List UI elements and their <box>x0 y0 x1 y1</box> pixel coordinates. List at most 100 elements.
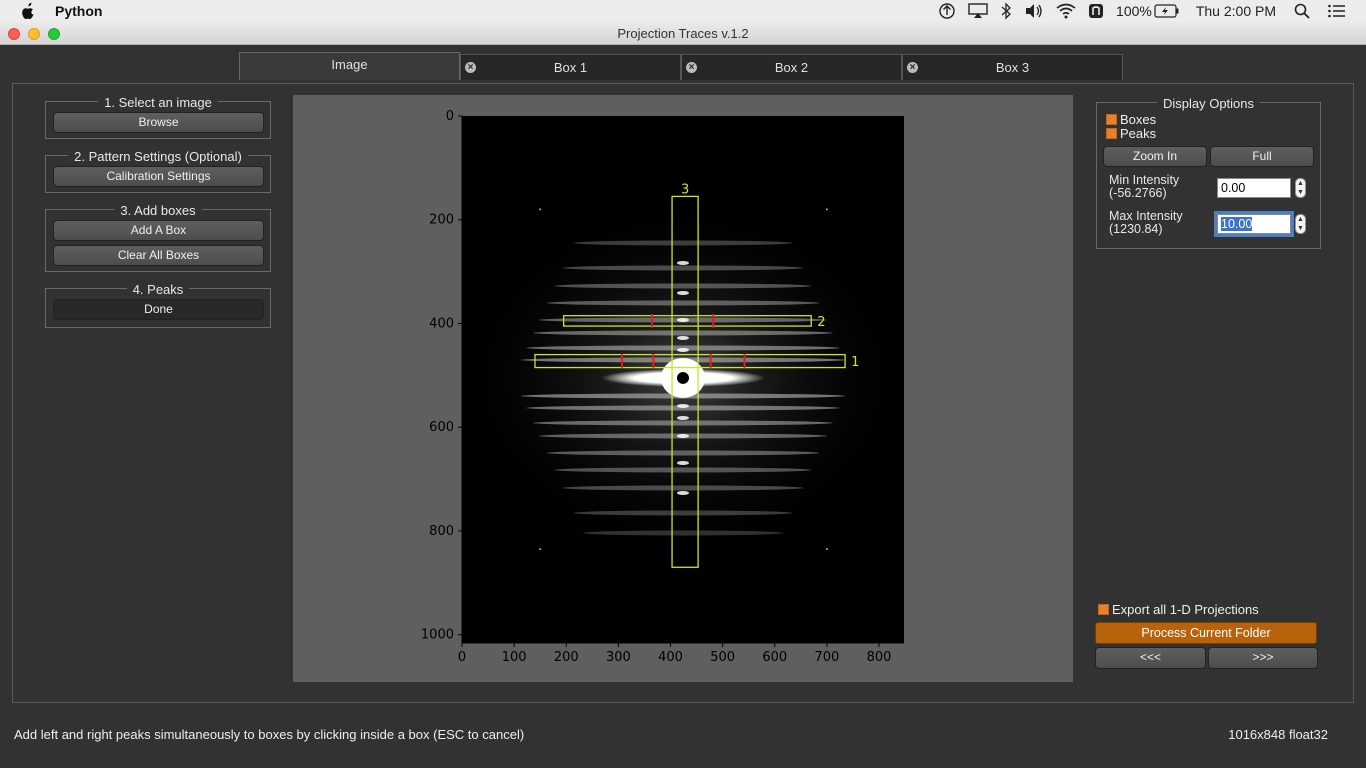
app-name[interactable]: Python <box>55 3 102 19</box>
battery-percent[interactable]: 100% <box>1116 0 1152 22</box>
checkbox-label: Boxes <box>1120 112 1157 127</box>
calibration-dot <box>825 548 828 551</box>
previous-button[interactable]: <<< <box>1095 647 1206 669</box>
browse-button[interactable]: Browse <box>53 112 264 133</box>
x-tick-label: 500 <box>710 650 735 665</box>
y-tick-label: 0 <box>446 109 454 124</box>
x-tick-label: 100 <box>502 650 527 665</box>
tab-box-1[interactable]: × Box 1 <box>460 54 681 80</box>
zoom-in-button[interactable]: Zoom In <box>1103 146 1207 167</box>
tab-box-3[interactable]: × Box 3 <box>902 54 1123 80</box>
tab-image[interactable]: Image <box>239 52 460 80</box>
layer-line <box>546 450 820 456</box>
beamstop <box>677 371 689 384</box>
layer-line <box>554 467 812 473</box>
close-tab-icon[interactable]: × <box>686 62 697 73</box>
meridional-reflection <box>677 415 689 420</box>
done-button[interactable]: Done <box>53 299 264 320</box>
battery-icon[interactable] <box>1154 0 1180 22</box>
min-intensity-label: Min Intensity (-56.2766) <box>1109 174 1179 200</box>
diffraction-pattern <box>462 197 904 558</box>
min-intensity-stepper[interactable]: ▲ ▼ <box>1295 178 1306 198</box>
checkbox-label: Export all 1-D Projections <box>1112 602 1259 617</box>
menu-bar: Python 100% Thu 2:00 PM <box>0 0 1366 22</box>
meridional-reflection <box>677 317 689 322</box>
peaks-checkbox[interactable]: Peaks <box>1106 126 1156 141</box>
bluetooth-icon[interactable] <box>1000 0 1012 22</box>
box-label: 1 <box>851 355 859 370</box>
close-tab-icon[interactable]: × <box>907 62 918 73</box>
label-range: (-56.2766) <box>1109 186 1167 200</box>
clock[interactable]: Thu 2:00 PM <box>1196 0 1276 22</box>
x-tick-label: 700 <box>814 650 839 665</box>
checkbox-box[interactable] <box>1106 114 1117 125</box>
status-icons: 100% Thu 2:00 PM <box>932 0 1366 22</box>
y-tick-label: 600 <box>429 420 454 435</box>
window-title-bar: Projection Traces v.1.2 <box>0 22 1366 45</box>
add-box-button[interactable]: Add A Box <box>53 220 264 241</box>
spotlight-search-icon[interactable] <box>1294 0 1310 22</box>
peaks-group: 4. Peaks Done <box>45 282 271 328</box>
max-intensity-stepper[interactable]: ▲ ▼ <box>1295 214 1306 234</box>
group-title: 1. Select an image <box>98 95 218 110</box>
airplay-icon[interactable] <box>968 0 988 22</box>
layer-line <box>573 510 793 516</box>
group-title: 3. Add boxes <box>114 203 202 218</box>
group-title: 4. Peaks <box>126 282 190 297</box>
notification-center-icon[interactable] <box>1328 0 1346 22</box>
y-tick-label: 200 <box>429 213 454 228</box>
time-machine-icon[interactable] <box>938 0 956 22</box>
meridional-reflection <box>677 260 689 265</box>
tab-label: Box 3 <box>995 60 1030 75</box>
checkbox-label: Peaks <box>1120 126 1157 141</box>
calibration-dot <box>539 208 542 211</box>
layer-line <box>533 330 833 336</box>
add-boxes-group: 3. Add boxes Add A Box Clear All Boxes <box>45 203 271 272</box>
x-tick-label: 200 <box>554 650 579 665</box>
close-tab-icon[interactable]: × <box>465 62 476 73</box>
box-label: 2 <box>817 315 825 330</box>
meridional-reflection <box>677 347 689 352</box>
layer-line <box>573 240 793 246</box>
meridional-reflection <box>677 290 689 295</box>
y-tick-label: 800 <box>429 524 454 539</box>
tab-label: Box 2 <box>774 60 809 75</box>
layer-line <box>562 265 804 271</box>
process-current-folder-button[interactable]: Process Current Folder <box>1095 622 1317 644</box>
selected-text: 10.00 <box>1221 217 1253 231</box>
x-tick-label: 400 <box>658 650 683 665</box>
tab-label: Box 1 <box>553 60 588 75</box>
meridional-reflection <box>677 490 689 495</box>
full-button[interactable]: Full <box>1210 146 1314 167</box>
clear-all-boxes-button[interactable]: Clear All Boxes <box>53 245 264 266</box>
next-button[interactable]: >>> <box>1208 647 1318 669</box>
group-title: Display Options <box>1156 96 1261 111</box>
meridional-reflection <box>677 433 689 438</box>
meridional-reflection <box>677 460 689 465</box>
min-intensity-input[interactable]: 0.00 <box>1217 178 1291 198</box>
boxes-checkbox[interactable]: Boxes <box>1106 112 1156 127</box>
max-intensity-input[interactable]: 10.00 <box>1214 211 1294 237</box>
wifi-icon[interactable] <box>1056 0 1076 22</box>
label-range: (1230.84) <box>1109 222 1163 236</box>
calibration-dot <box>825 208 828 211</box>
checkbox-box[interactable] <box>1106 128 1117 139</box>
calibration-dot <box>539 548 542 551</box>
x-tick-label: 800 <box>867 650 892 665</box>
layer-line <box>546 300 820 306</box>
y-tick-label: 1000 <box>421 628 454 643</box>
layer-line <box>582 530 784 536</box>
app-status-icon[interactable] <box>1088 0 1104 22</box>
checkbox-box[interactable] <box>1098 604 1109 615</box>
diffraction-image-plot[interactable]: 0 100 200 300 400 500 600 700 800 0 200 400 600 800 10… <box>293 95 1073 682</box>
meridional-reflection <box>677 335 689 340</box>
x-tick-label: 0 <box>458 650 466 665</box>
calibration-settings-button[interactable]: Calibration Settings <box>53 166 264 187</box>
tab-box-2[interactable]: × Box 2 <box>681 54 902 80</box>
volume-icon[interactable] <box>1024 0 1044 22</box>
apple-icon[interactable] <box>20 2 36 20</box>
export-projections-checkbox[interactable]: Export all 1-D Projections <box>1098 602 1259 617</box>
layer-line <box>554 283 812 289</box>
layer-line <box>562 485 804 491</box>
group-title: 2. Pattern Settings (Optional) <box>68 149 248 164</box>
